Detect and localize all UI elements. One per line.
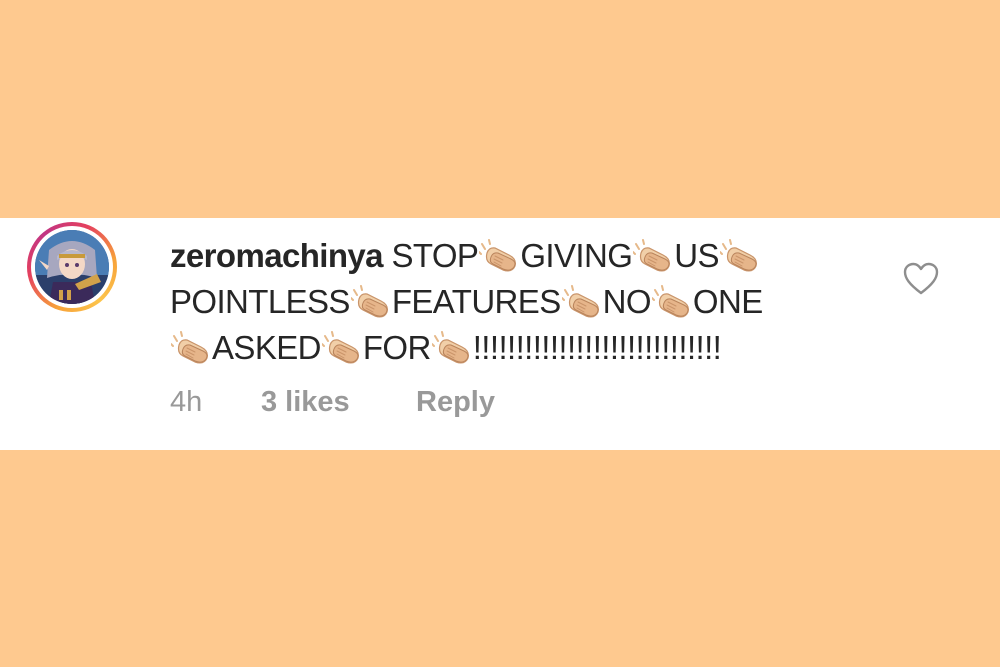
comment-word: FEATURES [391,283,561,320]
comment-word: ASKED [212,329,321,366]
avatar[interactable] [35,230,109,304]
clapping-hands-icon [170,331,211,365]
comment-text: zeromachinya STOP GIVING US POINTLESS FEATU… [170,233,870,371]
clapping-hands-icon [650,285,692,319]
comment-word: ONE [692,283,763,320]
comment-word: GIVING [520,237,633,274]
likes-count[interactable]: 3 likes [261,386,350,419]
heart-outline-icon[interactable] [903,262,939,296]
comment-line-1: zeromachinya STOP GIVING US [170,233,870,279]
comment-word: POINTLESS [170,283,350,320]
clapping-hands-icon [430,331,472,365]
clapping-hands-icon [320,331,362,365]
comment-timestamp[interactable]: 4h [170,386,202,419]
comment-word: NO [602,283,652,320]
avatar-story-ring[interactable] [27,222,117,312]
username[interactable]: zeromachinya [170,237,384,274]
anime-avatar-icon [35,230,109,304]
clapping-hands-icon [560,285,602,319]
clapping-hands-icon [718,239,760,273]
comment-line-2: POINTLESS FEATURES NO ONE [170,279,870,325]
clapping-hands-icon [349,285,391,319]
comment-word: US [674,237,719,274]
clapping-hands-icon [478,239,519,273]
clapping-hands-icon [632,239,673,273]
comment-word: !!!!!!!!!!!!!!!!!!!!!!!!!!!!! [472,329,722,366]
comment-line-3: ASKED FOR!!!!!!!!!!!!!!!!!!!!!!!!!!!!! [170,325,870,371]
comment-word: STOP [391,237,479,274]
comment-word: FOR [362,329,431,366]
reply-button[interactable]: Reply [416,386,495,419]
